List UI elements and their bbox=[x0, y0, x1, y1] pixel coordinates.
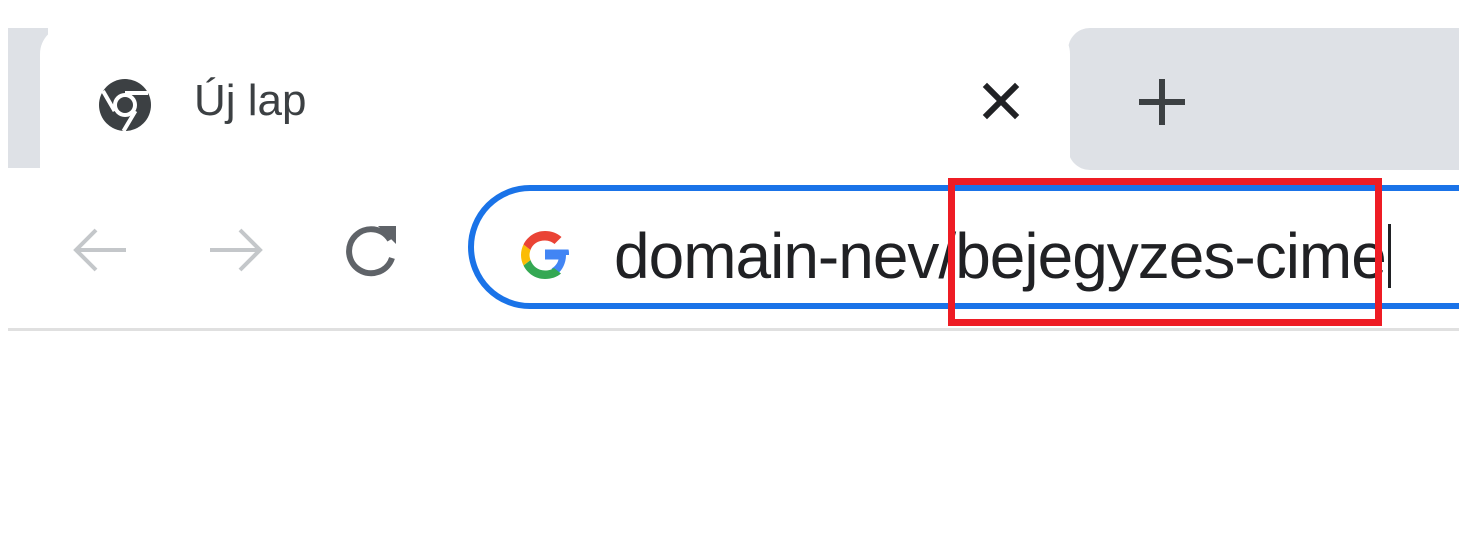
tab-title: Új lap bbox=[194, 76, 307, 125]
arrow-right-icon[interactable] bbox=[204, 218, 268, 282]
url-domain: domain-nev/ bbox=[614, 220, 956, 292]
close-icon[interactable] bbox=[978, 78, 1024, 124]
highlight-box bbox=[948, 178, 1382, 326]
tab-strip-background bbox=[1068, 28, 1459, 170]
plus-icon[interactable] bbox=[1134, 74, 1190, 130]
arrow-left-icon[interactable] bbox=[68, 218, 132, 282]
reload-icon[interactable] bbox=[340, 218, 404, 282]
chrome-icon bbox=[99, 79, 151, 133]
text-cursor bbox=[1387, 224, 1391, 288]
google-g-icon bbox=[521, 231, 569, 279]
tab-strip: Új lap bbox=[0, 0, 1459, 176]
toolbar-divider bbox=[8, 328, 1459, 331]
